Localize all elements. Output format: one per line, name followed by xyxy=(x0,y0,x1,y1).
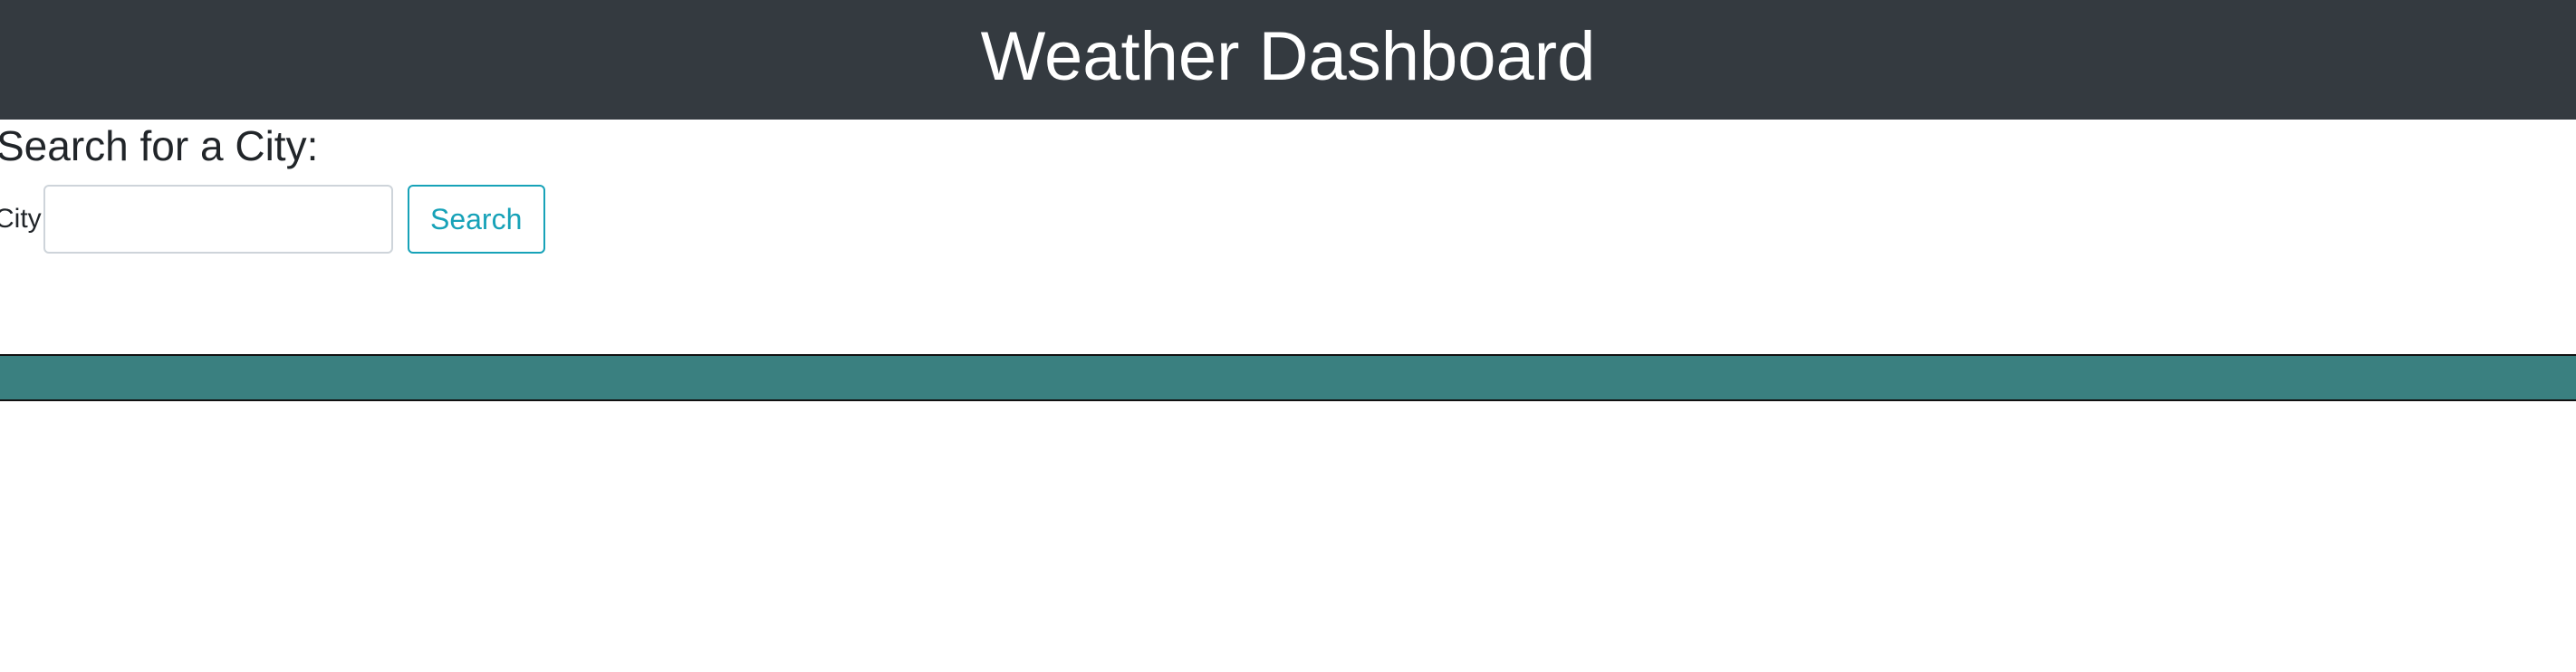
results-band xyxy=(0,354,2576,401)
page-title: Weather Dashboard xyxy=(980,18,1596,95)
city-label: City xyxy=(0,204,42,234)
city-search-form: City Search xyxy=(0,185,545,254)
city-input[interactable] xyxy=(43,185,393,254)
search-heading: Search for a City: xyxy=(0,122,319,169)
search-button[interactable]: Search xyxy=(407,185,545,254)
page-header: Weather Dashboard xyxy=(0,0,2576,120)
